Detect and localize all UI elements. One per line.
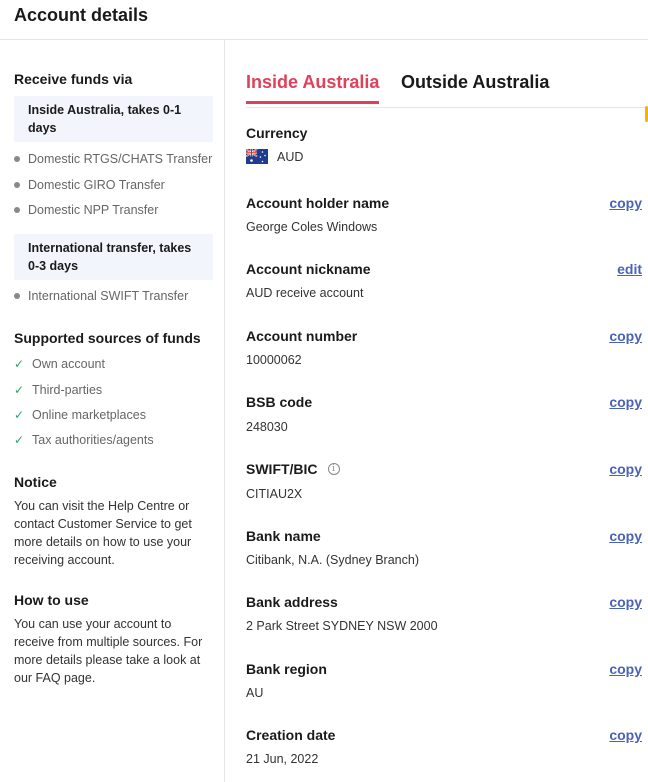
notice-title: Notice: [14, 474, 57, 490]
account-number-label: Account number: [246, 328, 358, 344]
creation-date-label: Creation date: [246, 727, 336, 743]
currency-label: Currency: [246, 125, 308, 141]
method-item: Domestic GIRO Transfer: [14, 178, 165, 192]
method-label: Domestic NPP Transfer: [28, 203, 159, 217]
swift-bic-label: SWIFT/BIC i: [246, 461, 340, 477]
source-label: Tax authorities/agents: [32, 433, 154, 447]
bullet-icon: [14, 207, 20, 213]
currency-value: AUD: [246, 149, 303, 164]
edit-nickname-button[interactable]: edit: [617, 261, 642, 277]
method-label: Domestic RTGS/CHATS Transfer: [28, 152, 213, 166]
copy-swift-button[interactable]: copy: [609, 461, 642, 477]
info-icon[interactable]: i: [327, 463, 340, 475]
copy-holder-button[interactable]: copy: [609, 195, 642, 211]
bullet-icon: [14, 182, 20, 188]
source-item: ✓ Online marketplaces: [14, 408, 146, 422]
source-item: ✓ Own account: [14, 357, 105, 371]
copy-bank-region-button[interactable]: copy: [609, 661, 642, 677]
notice-text: You can visit the Help Centre or contact…: [14, 499, 192, 567]
how-to-use-text: You can use your account to receive from…: [14, 617, 203, 685]
account-number-value: 10000062: [246, 353, 302, 367]
international-transfer-box: International transfer, takes 0-3 days: [14, 234, 213, 280]
method-label: Domestic GIRO Transfer: [28, 178, 165, 192]
source-label: Third-parties: [32, 383, 103, 397]
bsb-code-value: 248030: [246, 420, 288, 434]
account-holder-label: Account holder name: [246, 195, 390, 211]
method-label: International SWIFT Transfer: [28, 289, 189, 303]
inside-australia-box: Inside Australia, takes 0-1 days: [14, 96, 213, 142]
sidebar: Receive funds via Inside Australia, take…: [0, 40, 225, 782]
swift-bic-label-text: SWIFT/BIC: [246, 461, 318, 477]
australia-flag-icon: [246, 149, 268, 164]
account-nickname-label: Account nickname: [246, 261, 371, 277]
swift-bic-value: CITIAU2X: [246, 487, 303, 501]
region-tabs: Inside Australia Outside Australia: [246, 72, 648, 108]
copy-bank-address-button[interactable]: copy: [609, 594, 642, 610]
account-nickname-value: AUD receive account: [246, 286, 364, 300]
bank-region-label: Bank region: [246, 661, 327, 677]
copy-bsb-button[interactable]: copy: [609, 394, 642, 410]
check-icon: ✓: [14, 383, 25, 397]
check-icon: ✓: [14, 408, 25, 422]
tab-inside-australia[interactable]: Inside Australia: [246, 72, 380, 104]
page-title: Account details: [14, 5, 149, 25]
copy-account-number-button[interactable]: copy: [609, 328, 642, 344]
bank-address-value: 2 Park Street SYDNEY NSW 2000: [246, 619, 438, 633]
check-icon: ✓: [14, 357, 25, 371]
account-details-panel: Inside Australia Outside Australia Curre…: [226, 40, 648, 782]
copy-creation-date-button[interactable]: copy: [609, 727, 642, 743]
bank-address-label: Bank address: [246, 594, 338, 610]
supported-sources-title: Supported sources of funds: [14, 330, 201, 346]
currency-code: AUD: [277, 149, 304, 164]
bank-name-value: Citibank, N.A. (Sydney Branch): [246, 553, 419, 567]
copy-bank-name-button[interactable]: copy: [609, 528, 642, 544]
method-item: International SWIFT Transfer: [14, 289, 188, 303]
creation-date-value: 21 Jun, 2022: [246, 752, 319, 766]
method-item: Domestic NPP Transfer: [14, 203, 158, 217]
bsb-code-label: BSB code: [246, 394, 313, 410]
bullet-icon: [14, 156, 20, 162]
source-item: ✓ Tax authorities/agents: [14, 433, 154, 447]
source-item: ✓ Third-parties: [14, 383, 102, 397]
tab-outside-australia[interactable]: Outside Australia: [401, 72, 549, 93]
bullet-icon: [14, 293, 20, 299]
check-icon: ✓: [14, 433, 25, 447]
account-holder-value: George Coles Windows: [246, 220, 378, 234]
method-item: Domestic RTGS/CHATS Transfer: [14, 152, 212, 166]
source-label: Online marketplaces: [32, 408, 146, 422]
source-label: Own account: [32, 357, 105, 371]
receive-funds-title: Receive funds via: [14, 71, 133, 87]
how-to-use-title: How to use: [14, 592, 89, 608]
page-header: Account details: [0, 0, 648, 40]
bank-name-label: Bank name: [246, 528, 321, 544]
bank-region-value: AU: [246, 686, 264, 700]
